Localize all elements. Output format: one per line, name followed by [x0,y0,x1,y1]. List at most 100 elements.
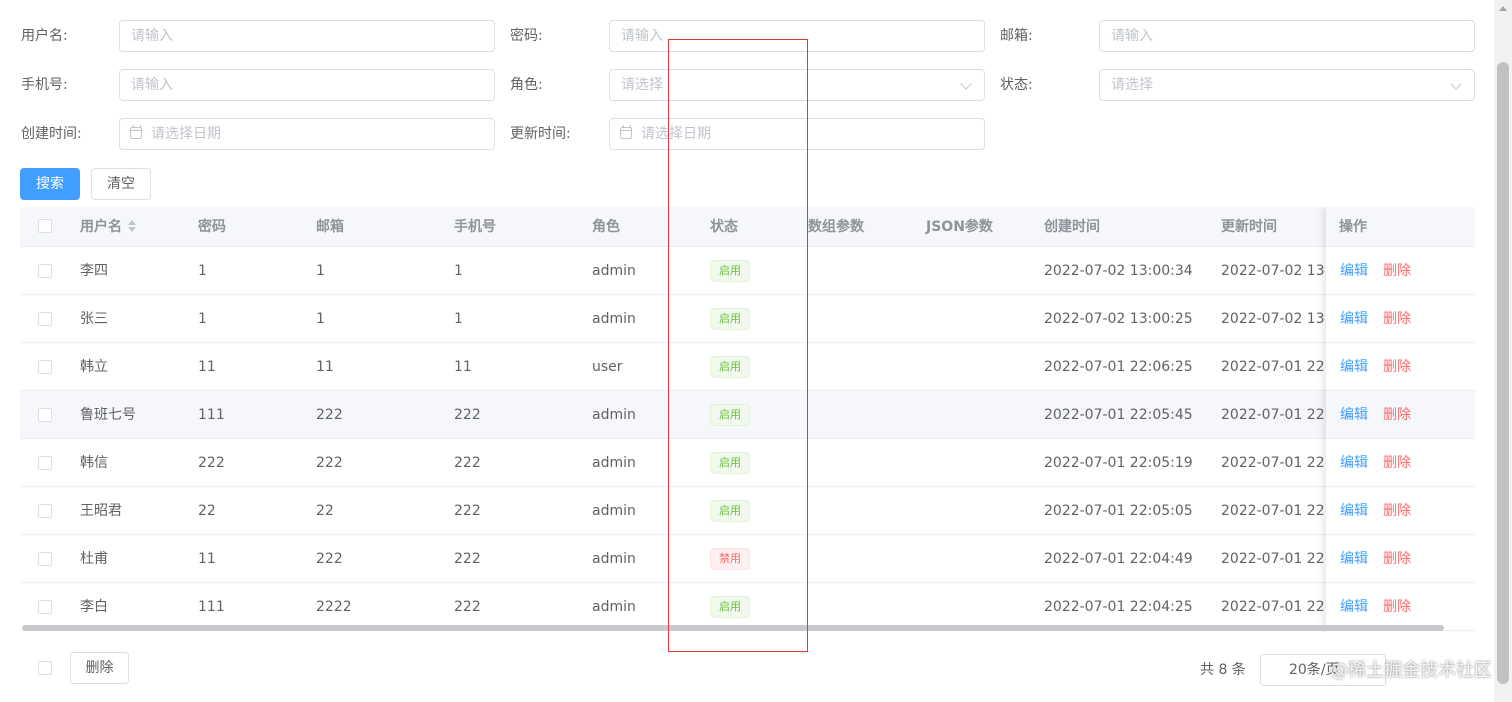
cell-phone: 1 [454,311,463,327]
table-row[interactable]: 李四 1 1 1 admin 启用 2022-07-02 13:00:34 20… [20,247,1475,295]
status-badge: 启用 [710,596,750,618]
row-checkbox[interactable] [38,264,52,278]
actions-cell: 编辑 删除 [1326,391,1475,439]
edit-button[interactable]: 编辑 [1340,343,1368,391]
cell-email: 1 [316,263,325,279]
password-input[interactable]: 请输入 [609,20,985,52]
row-checkbox[interactable] [38,456,52,470]
edit-button[interactable]: 编辑 [1340,295,1368,343]
row-checkbox[interactable] [38,360,52,374]
updated-date-picker[interactable]: 请选择日期 [609,118,985,150]
column-header-password: 密码 [198,219,226,235]
column-header-username[interactable]: 用户名 [80,207,136,247]
edit-button[interactable]: 编辑 [1340,391,1368,439]
delete-row-button[interactable]: 删除 [1383,535,1411,583]
table-row[interactable]: 李白 111 2222 222 admin 启用 2022-07-01 22:0… [20,583,1475,631]
row-checkbox[interactable] [38,312,52,326]
role-select[interactable]: 请选择 [609,69,985,101]
row-checkbox[interactable] [38,408,52,422]
status-badge: 启用 [710,404,750,426]
table-header: 用户名 密码 邮箱 手机号 角色 状态 数组参数 JSON参数 创建时间 更新时… [20,207,1475,247]
column-header-phone: 手机号 [454,219,496,235]
column-header-actions: 操作 [1339,219,1367,235]
status-select[interactable]: 请选择 [1099,69,1475,101]
cell-role: admin [592,503,636,519]
delete-row-button[interactable]: 删除 [1383,343,1411,391]
status-placeholder: 请选择 [1111,77,1153,93]
status-badge: 启用 [710,452,750,474]
row-checkbox[interactable] [38,552,52,566]
cell-username: 王昭君 [80,503,122,519]
delete-row-button[interactable]: 删除 [1383,295,1411,343]
username-input[interactable]: 请输入 [119,20,495,52]
phone-input[interactable]: 请输入 [119,69,495,101]
table-row[interactable]: 韩立 11 11 11 user 启用 2022-07-01 22:06:25 … [20,343,1475,391]
cell-username: 李四 [80,263,108,279]
watermark: @稀土掘金技术社区 [1330,660,1492,681]
scroll-up-arrow-icon[interactable] [1499,6,1507,11]
cell-updated-time: 2022-07-01 22:04:25 [1221,599,1326,615]
password-placeholder: 请输入 [621,28,663,44]
search-button[interactable]: 搜索 [20,168,80,200]
cell-email: 11 [316,359,334,375]
actions-cell: 编辑 删除 [1326,439,1475,487]
table-row[interactable]: 杜甫 11 222 222 admin 禁用 2022-07-01 22:04:… [20,535,1475,583]
edit-button[interactable]: 编辑 [1340,487,1368,535]
cell-role: admin [592,407,636,423]
table-row[interactable]: 韩信 222 222 222 admin 启用 2022-07-01 22:05… [20,439,1475,487]
edit-button[interactable]: 编辑 [1340,247,1368,295]
cell-updated-time: 2022-07-01 22:05:19 [1221,455,1326,471]
actions-cell: 编辑 删除 [1326,295,1475,343]
cell-updated-time: 2022-07-01 22:06:25 [1221,359,1326,375]
status-badge: 启用 [710,260,750,282]
cell-password: 11 [198,359,216,375]
cell-phone: 1 [454,263,463,279]
cell-username: 鲁班七号 [80,407,136,423]
table-row[interactable]: 鲁班七号 111 222 222 admin 启用 2022-07-01 22:… [20,391,1475,439]
actions-cell: 编辑 删除 [1326,343,1475,391]
updated-time-label: 更新时间: [510,126,571,142]
cell-created-time: 2022-07-01 22:05:45 [1044,407,1193,423]
vertical-scrollbar-thumb[interactable] [1497,62,1509,684]
cell-password: 22 [198,503,216,519]
delete-row-button[interactable]: 删除 [1383,583,1411,631]
delete-row-button[interactable]: 删除 [1383,487,1411,535]
row-checkbox[interactable] [38,600,52,614]
column-header-role: 角色 [592,219,620,235]
row-checkbox[interactable] [38,504,52,518]
edit-button[interactable]: 编辑 [1340,439,1368,487]
delete-row-button[interactable]: 删除 [1383,439,1411,487]
column-header-username-label: 用户名 [80,219,122,235]
email-label: 邮箱: [1000,28,1033,44]
status-badge: 启用 [710,500,750,522]
actions-cell: 编辑 删除 [1326,535,1475,583]
delete-row-button[interactable]: 删除 [1383,391,1411,439]
delete-row-button[interactable]: 删除 [1383,247,1411,295]
cell-created-time: 2022-07-01 22:06:25 [1044,359,1193,375]
cell-username: 杜甫 [80,551,108,567]
column-header-email: 邮箱 [316,219,344,235]
clear-button[interactable]: 清空 [91,168,151,200]
cell-role: admin [592,599,636,615]
calendar-icon [620,125,632,139]
cell-username: 韩立 [80,359,108,375]
email-input[interactable]: 请输入 [1099,20,1475,52]
column-header-actions-cell: 操作 [1326,207,1475,247]
horizontal-scrollbar[interactable] [22,625,1444,631]
table-row[interactable]: 张三 1 1 1 admin 启用 2022-07-02 13:00:25 20… [20,295,1475,343]
cell-updated-time: 2022-07-02 13:00:34 [1221,263,1326,279]
created-date-picker[interactable]: 请选择日期 [119,118,495,150]
cell-email: 2222 [316,599,352,615]
select-all-checkbox[interactable] [38,219,52,233]
cell-phone: 11 [454,359,472,375]
updated-date-placeholder: 请选择日期 [641,126,711,142]
edit-button[interactable]: 编辑 [1340,583,1368,631]
table-row[interactable]: 王昭君 22 22 222 admin 启用 2022-07-01 22:05:… [20,487,1475,535]
actions-cell: 编辑 删除 [1326,247,1475,295]
bulk-select-checkbox[interactable] [38,661,52,675]
edit-button[interactable]: 编辑 [1340,535,1368,583]
column-header-array-params: 数组参数 [808,219,864,235]
sort-icon[interactable] [128,220,136,232]
bulk-delete-button[interactable]: 删除 [70,652,129,684]
column-header-status: 状态 [710,219,738,235]
